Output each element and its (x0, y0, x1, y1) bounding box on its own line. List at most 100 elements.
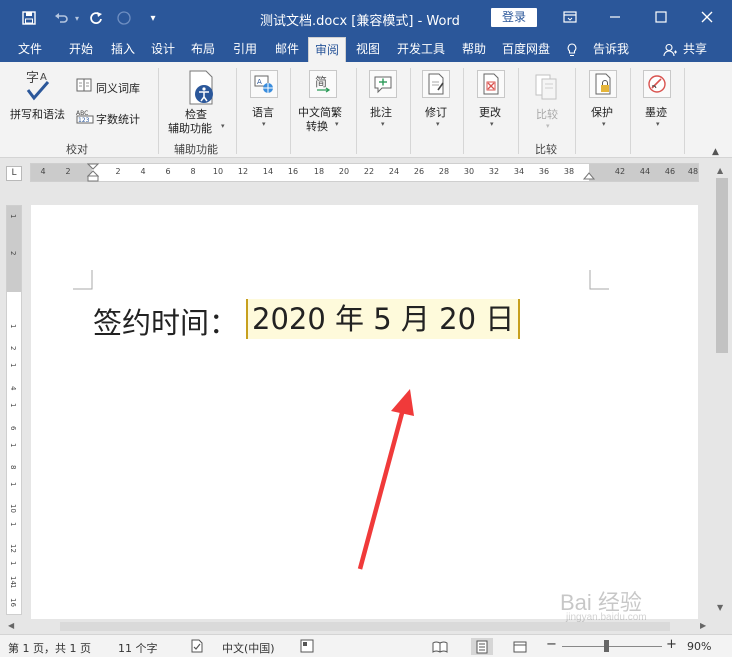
tab-home[interactable]: 开始 (62, 36, 100, 62)
page-count[interactable]: 第 1 页，共 1 页 (8, 640, 91, 656)
language-icon: A (250, 70, 278, 98)
svg-text:A: A (257, 78, 262, 86)
read-mode-icon[interactable] (429, 638, 451, 655)
customize-icon[interactable]: ▾ (146, 9, 160, 27)
lock-icon (589, 70, 617, 98)
zoom-out-icon[interactable]: − (546, 637, 557, 652)
tab-design[interactable]: 设计 (144, 36, 182, 62)
close-icon[interactable] (692, 6, 722, 28)
chinese-conversion-line2[interactable]: 转换 (306, 118, 328, 134)
tab-baidu-netdisk[interactable]: 百度网盘 (497, 36, 555, 62)
scroll-down-icon[interactable]: ▼ (717, 603, 723, 612)
tab-file[interactable]: 文件 (10, 36, 50, 62)
margin-corner-top-left (73, 270, 93, 290)
indent-marker[interactable] (87, 163, 99, 183)
group-separator (630, 68, 631, 154)
chevron-down-icon: ▾ (436, 120, 440, 128)
tab-mailings[interactable]: 邮件 (268, 36, 306, 62)
ruler-number: 10 (9, 504, 17, 513)
group-label-compare: 比较 (535, 143, 557, 156)
svg-text:123: 123 (78, 117, 90, 124)
scroll-up-icon[interactable]: ▲ (717, 166, 723, 175)
changes-button[interactable]: 更改 (479, 104, 501, 120)
group-separator (575, 68, 576, 154)
zoom-in-icon[interactable]: + (666, 637, 677, 652)
print-layout-icon[interactable] (471, 638, 493, 655)
undo-icon[interactable] (50, 9, 72, 27)
horizontal-ruler[interactable]: 4 2 2 4 6 8 10 12 14 16 18 20 22 24 26 2… (30, 163, 699, 182)
thesaurus-icon (76, 78, 92, 92)
right-indent-marker[interactable] (583, 171, 595, 181)
language-button[interactable]: 语言 (252, 104, 274, 120)
scroll-left-icon[interactable]: ◀ (8, 621, 14, 630)
proofing-status-icon[interactable] (190, 639, 204, 656)
group-separator (684, 68, 685, 154)
compare-button[interactable]: 比较 (536, 106, 558, 122)
ribbon-display-icon[interactable] (555, 6, 585, 28)
scroll-track[interactable] (60, 622, 670, 631)
tab-help[interactable]: 帮助 (455, 36, 493, 62)
window-title: 测试文档.docx [兼容模式] - Word (260, 14, 460, 29)
undo-dropdown-icon[interactable]: ▾ (72, 9, 82, 27)
tab-developer[interactable]: 开发工具 (392, 36, 450, 62)
ink-icon (643, 70, 671, 98)
save-icon[interactable] (18, 9, 40, 27)
word-count-status[interactable]: 11 个字 (118, 640, 158, 656)
tab-references[interactable]: 引用 (226, 36, 264, 62)
group-separator (290, 68, 291, 154)
lightbulb-icon[interactable] (565, 36, 579, 62)
ruler-number: 16 (9, 598, 17, 607)
ruler-number: 2 (115, 167, 121, 176)
zoom-level[interactable]: 90% (687, 640, 711, 653)
tab-selector[interactable]: L (6, 166, 22, 181)
collapse-ribbon-icon[interactable]: ▲ (712, 147, 719, 157)
ruler-number: 8 (9, 465, 17, 470)
person-icon[interactable] (662, 36, 678, 62)
thesaurus-button[interactable]: 同义词库 (96, 80, 140, 96)
ruler-number: 36 (538, 167, 550, 176)
circle-icon[interactable] (114, 9, 134, 27)
chevron-down-icon: ▾ (490, 120, 494, 128)
tab-layout[interactable]: 布局 (184, 36, 222, 62)
comments-button[interactable]: 批注 (370, 104, 392, 120)
tell-me-search[interactable]: 告诉我 (590, 36, 632, 62)
ruler-number: 1 (9, 403, 17, 408)
ruler-number: 1 (9, 324, 17, 329)
date-content-control[interactable]: 2020 年 5 月 20 日 (246, 299, 521, 339)
contract-date-label: 签约时间： (93, 306, 239, 340)
chevron-down-icon: ▾ (262, 120, 266, 128)
vertical-scrollbar[interactable]: ▲ ▼ (714, 163, 730, 618)
ruler-number: 12 (9, 544, 17, 553)
language-status[interactable]: 中文(中国) (222, 640, 275, 656)
check-accessibility-line2[interactable]: 辅助功能 (168, 120, 212, 136)
group-separator (518, 68, 519, 154)
tracking-button[interactable]: 修订 (425, 104, 447, 120)
web-layout-icon[interactable] (509, 638, 531, 655)
tab-insert[interactable]: 插入 (104, 36, 142, 62)
vertical-ruler[interactable]: 1 2 1 2 1 4 1 6 1 8 1 10 1 12 1 14 1 16 (6, 205, 22, 615)
word-count-button[interactable]: 字数统计 (96, 111, 140, 127)
spelling-check-icon: 字 A (22, 68, 54, 102)
maximize-icon[interactable] (646, 6, 676, 28)
ruler-numbers: 4 2 2 4 6 8 10 12 14 16 18 20 22 24 26 2… (31, 167, 700, 179)
minimize-icon[interactable] (600, 6, 630, 28)
tab-review[interactable]: 审阅 (308, 37, 346, 63)
login-button[interactable]: 登录 (491, 8, 537, 27)
chevron-down-icon: ▾ (546, 122, 550, 130)
word-count-icon: ABC 123 (76, 108, 94, 124)
scroll-thumb[interactable] (716, 178, 728, 353)
share-button[interactable]: 共享 (680, 36, 710, 62)
zoom-slider[interactable] (562, 646, 662, 647)
protect-button[interactable]: 保护 (591, 104, 613, 120)
macro-icon[interactable] (300, 639, 314, 656)
ruler-number: 42 (614, 167, 626, 176)
scroll-right-icon[interactable]: ▶ (700, 621, 706, 630)
ruler-number: 44 (639, 167, 651, 176)
svg-text:字: 字 (26, 71, 39, 86)
ruler-number: 1 (9, 214, 17, 219)
ink-button[interactable]: 墨迹 (645, 104, 667, 120)
zoom-slider-thumb[interactable] (604, 640, 609, 652)
tab-view[interactable]: 视图 (349, 36, 387, 62)
redo-icon[interactable] (86, 9, 106, 27)
ruler-number: 32 (488, 167, 500, 176)
